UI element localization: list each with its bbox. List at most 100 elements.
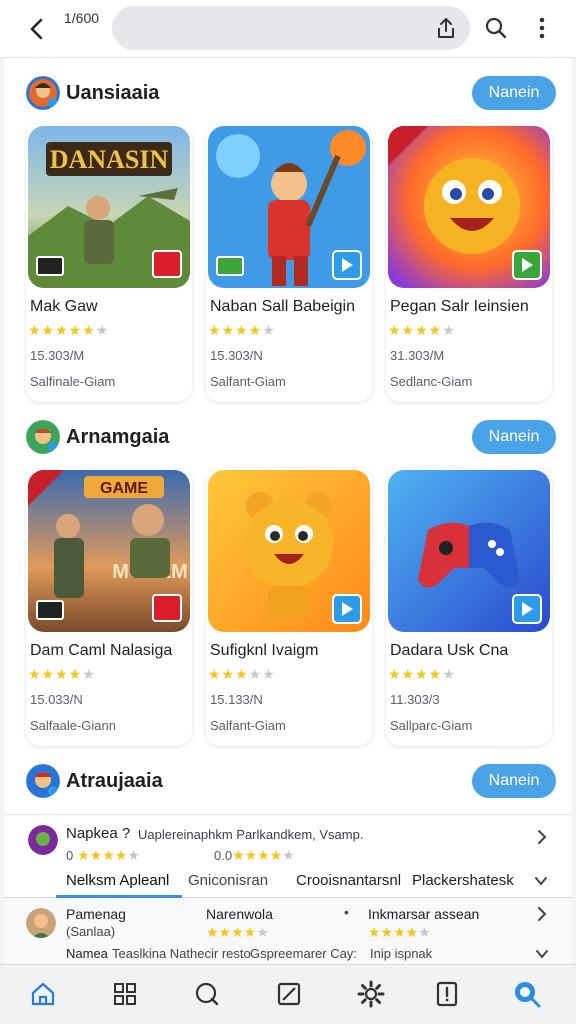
red-badge: [152, 594, 182, 622]
red-badge: [152, 250, 182, 278]
play-icon: [342, 602, 353, 616]
app-thumbnail: [208, 470, 370, 632]
app-card[interactable]: Naban Sall Babeigin ★★★★★ 15.303/N Salfa…: [206, 124, 372, 402]
app-card[interactable]: GAME MUREM Dam Caml Nalasiga ★★★★★ 15.03…: [26, 468, 192, 746]
grid-icon: [114, 983, 136, 1005]
app-name: Dadara Usk Cna: [390, 642, 509, 659]
app-download-count: 15.033/N: [30, 692, 83, 707]
app-card[interactable]: Pegan Salr Ieinsien ★★★★★ 31.303/M Sedla…: [386, 124, 552, 402]
tab-item[interactable]: Gniconisran: [188, 872, 268, 889]
tab-item[interactable]: Nelksm Apleanl: [66, 872, 169, 889]
share-icon: [438, 18, 454, 38]
app-card[interactable]: DANASIN Mak Gaw ★★★★★★ 15.303/M Salfinal…: [26, 124, 192, 402]
app-developer: Salfant-Giam: [210, 718, 286, 733]
play-icon: [522, 258, 533, 272]
section-title: Arnamgaia: [66, 426, 170, 448]
app-rating: ★★★★★: [388, 666, 456, 682]
section-title: Atraujaaia: [66, 770, 163, 792]
back-button[interactable]: [22, 14, 52, 44]
platform-badge: [216, 256, 244, 276]
list-avatar: [26, 908, 56, 938]
platform-badge: [36, 256, 64, 276]
chevron-right-icon[interactable]: [534, 906, 550, 922]
section-more-button[interactable]: Nanein: [472, 764, 556, 798]
list-item-grid: Pamenag (Sanlaa) Narenwola ★★★★★ • Inkma…: [4, 898, 572, 964]
cell-title[interactable]: Inkmarsar assean: [368, 906, 479, 922]
cell-title[interactable]: Narenwola: [206, 906, 273, 922]
gear-icon: [357, 980, 385, 1008]
app-name: Pegan Salr Ieinsien: [390, 298, 529, 315]
more-vertical-icon: [539, 17, 545, 39]
tab-item[interactable]: Plackershatesk: [412, 872, 514, 889]
app-developer: Salfant-Giam: [210, 374, 286, 389]
list-avatar: [28, 825, 58, 855]
nav-settings[interactable]: [356, 979, 386, 1009]
section-avatar: [26, 420, 60, 454]
nav-apps[interactable]: [110, 979, 140, 1009]
app-name: Sufigknl Ivaigm: [210, 642, 319, 659]
play-badge: [332, 594, 362, 624]
app-name: Dam Caml Nalasiga: [30, 642, 173, 659]
tab-bar: Nelksm Apleanl Gniconisran Crooisnantars…: [4, 864, 572, 898]
list-title: Napkea ?: [66, 825, 131, 842]
more-menu-button[interactable]: [530, 14, 554, 42]
info-icon: [436, 981, 458, 1007]
section-header-1: Uansiaaia Nanein: [26, 74, 556, 114]
nav-info[interactable]: [432, 979, 462, 1009]
bottom-navigation: [0, 964, 576, 1024]
cell-rating: ★★★★★: [368, 924, 431, 940]
app-rating: ★★★★★: [28, 666, 96, 682]
dot-icon: •: [344, 904, 349, 920]
section-header-2: Arnamgaia Nanein: [26, 418, 556, 458]
edit-icon: [277, 982, 301, 1006]
play-icon: [522, 602, 533, 616]
app-rating: ★★★★★: [208, 322, 276, 338]
play-badge: [512, 250, 542, 280]
top-bar: 1/600: [0, 0, 576, 58]
list-rating-b: 0.0★★★★★: [214, 847, 295, 863]
app-name: Mak Gaw: [30, 298, 98, 315]
nav-search[interactable]: [192, 979, 222, 1009]
nav-home[interactable]: [28, 979, 58, 1009]
page-counter: 1/600: [64, 10, 100, 26]
address-bar[interactable]: [112, 6, 470, 50]
chevron-down-icon[interactable]: [534, 946, 550, 962]
app-developer: Sallparc-Giam: [390, 718, 473, 733]
svg-text:GAME: GAME: [100, 480, 148, 497]
app-card[interactable]: Dadara Usk Cna ★★★★★ 11.303/3 Sallparc-G…: [386, 468, 552, 746]
chevron-left-icon: [30, 18, 43, 40]
app-download-count: 15.133/N: [210, 692, 263, 707]
chevron-down-icon[interactable]: [534, 874, 548, 888]
app-name: Naban Sall Babeigin: [210, 298, 355, 315]
cell-subtitle: (Sanlaa): [66, 924, 116, 939]
share-button[interactable]: [432, 14, 460, 42]
play-badge: [512, 594, 542, 624]
play-badge: [332, 250, 362, 280]
svg-text:DANASIN: DANASIN: [50, 145, 169, 174]
section-title: Uansiaaia: [66, 82, 160, 104]
profile-search-icon: [515, 982, 541, 1008]
app-developer: Salfinale-Giam: [30, 374, 116, 389]
chevron-right-icon[interactable]: [534, 829, 550, 845]
footer-text: Gspreemarer Cay:: [250, 946, 357, 961]
app-thumbnail: [388, 470, 550, 632]
footer-text: Inip ispnak: [370, 946, 433, 961]
app-download-count: 11.303/3: [390, 692, 440, 707]
list-rating-a: 0 ★★★★★: [66, 847, 140, 863]
play-icon: [342, 258, 353, 272]
footer-text: Namea: [66, 946, 108, 961]
app-thumbnail: GAME MUREM: [28, 470, 190, 632]
list-item[interactable]: Napkea ? Uaplereinaphkm Parlkandkem, Vsa…: [4, 814, 572, 866]
search-icon: [485, 17, 507, 39]
section-more-button[interactable]: Nanein: [472, 76, 556, 110]
section-avatar: [26, 764, 60, 798]
cell-title[interactable]: Pamenag: [66, 906, 126, 922]
app-download-count: 31.303/M: [390, 348, 445, 363]
nav-profile[interactable]: [512, 979, 542, 1009]
app-card[interactable]: Sufigknl Ivaigm ★★★★★ 15.133/N Salfant-G…: [206, 468, 372, 746]
app-download-count: 15.303/N: [210, 348, 263, 363]
tab-item[interactable]: Crooisnantarsnl: [296, 872, 401, 889]
search-button[interactable]: [482, 14, 510, 42]
section-more-button[interactable]: Nanein: [472, 420, 556, 454]
nav-edit[interactable]: [274, 979, 304, 1009]
